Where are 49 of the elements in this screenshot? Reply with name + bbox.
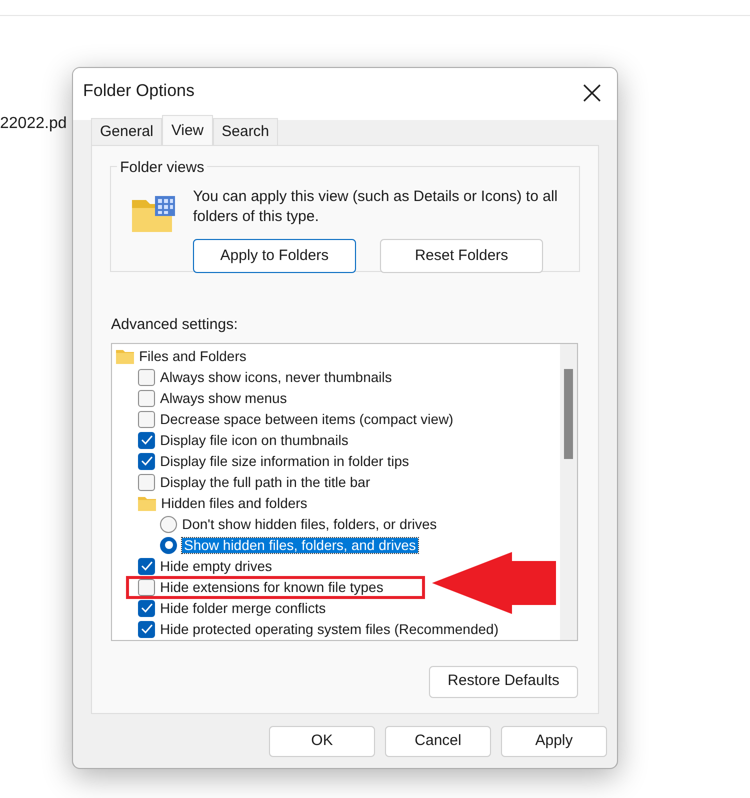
- checkbox[interactable]: [138, 368, 155, 386]
- check-icon: [140, 456, 152, 466]
- checkbox[interactable]: [138, 432, 155, 448]
- checkbox[interactable]: [138, 410, 155, 428]
- folder-icon: [116, 348, 134, 364]
- section-label: Advanced settings:: [111, 315, 239, 335]
- option-label: Display the full path in the title bar: [160, 474, 370, 490]
- checkbox[interactable]: [138, 578, 155, 596]
- option-label: Hide folder merge conflicts: [160, 600, 326, 616]
- scrollbar[interactable]: [560, 344, 577, 640]
- checkbox[interactable]: [138, 620, 155, 638]
- apply-folders-button[interactable]: Apply to Folders: [193, 239, 356, 273]
- checkbox[interactable]: [138, 600, 155, 616]
- check-icon: [140, 603, 152, 613]
- checkbox[interactable]: [138, 390, 155, 406]
- radio-button[interactable]: [160, 516, 177, 532]
- check-icon: [140, 624, 152, 634]
- apply-button[interactable]: Apply: [501, 726, 607, 757]
- option-label: Display file size information in folder tips: [160, 454, 409, 468]
- restore-defaults-button[interactable]: Restore Defaults: [429, 666, 578, 698]
- folder-icon: [138, 495, 156, 511]
- option-label: Hide protected operating system files (Recommended): [160, 622, 498, 636]
- option-label: Hide extensions for known file types: [160, 580, 384, 594]
- option-label: Show hidden files, folders, and drives: [182, 538, 418, 552]
- option-label: Don't show hidden files, folders, or drives: [182, 516, 437, 532]
- check-icon: [140, 435, 152, 445]
- checkbox[interactable]: [138, 558, 155, 574]
- close-icon: [582, 82, 602, 103]
- ok-button[interactable]: OK: [269, 726, 375, 757]
- option-label: Display file icon on thumbnails: [160, 432, 348, 448]
- checkbox[interactable]: [138, 452, 155, 470]
- reset-folders-button[interactable]: Reset Folders: [380, 239, 543, 273]
- folder-icon: [131, 195, 177, 235]
- option-label: Decrease space between items (compact view): [160, 412, 454, 426]
- cancel-button[interactable]: Cancel: [385, 726, 491, 757]
- checkbox[interactable]: [138, 474, 155, 490]
- check-icon: [140, 561, 152, 571]
- group-label: Hidden files and folders: [161, 496, 308, 510]
- window-title: Folder Options: [83, 80, 194, 102]
- option-label: Always show menus: [160, 390, 287, 406]
- tab[interactable]: Search: [212, 118, 278, 145]
- option-label: Hide empty drives: [160, 558, 272, 574]
- radio-button[interactable]: [160, 536, 177, 554]
- group-label: Files and Folders: [139, 348, 246, 364]
- file-name[interactable]: 22022.pd: [0, 112, 67, 136]
- option-label: Always show icons, never thumbnails: [160, 370, 392, 384]
- tab[interactable]: General: [91, 118, 162, 145]
- description-text: You can apply this view (such as Details or Icons) to all folders of this type.: [193, 187, 559, 227]
- tab[interactable]: View: [162, 114, 213, 146]
